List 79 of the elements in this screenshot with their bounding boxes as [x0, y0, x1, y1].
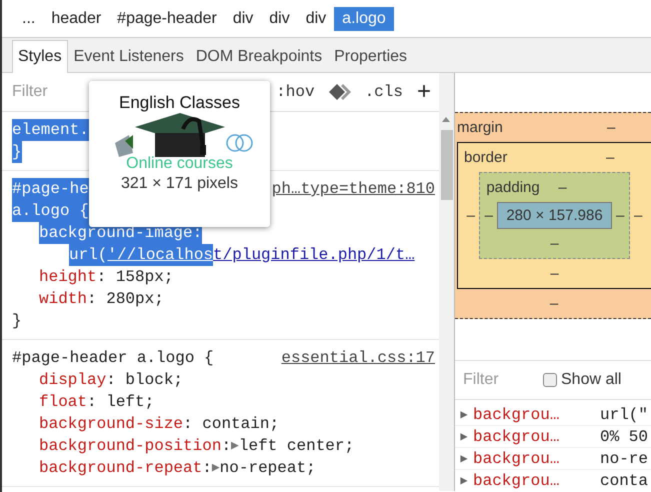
breadcrumb-item[interactable]: div [298, 7, 334, 31]
breadcrumb-item[interactable]: div [224, 7, 262, 31]
property-name: backgrou… [473, 472, 560, 490]
source-link[interactable]: ph…type=theme:810 [272, 178, 435, 200]
url-link[interactable]: '//localhos [107, 244, 214, 266]
show-all-checkbox[interactable]: Show all [543, 371, 622, 389]
property-value: conta [600, 472, 648, 490]
add-rule-button[interactable]: + [416, 82, 431, 102]
border-label: border [463, 149, 508, 166]
css-value: url( [69, 244, 108, 266]
expand-triangle[interactable]: ▶ [455, 407, 473, 422]
checkbox-label: Show all [561, 371, 622, 389]
tab[interactable]: Styles [12, 40, 68, 73]
tab[interactable]: Event Listeners [68, 40, 190, 73]
padding-value: – [549, 234, 560, 254]
border-value: – [633, 207, 644, 224]
padding-label: padding [485, 179, 541, 196]
hover-state-toggle[interactable]: :hov [276, 83, 315, 101]
expand-triangle[interactable]: ▶ [455, 429, 473, 444]
css-value: : [221, 436, 232, 457]
css-property: background-size [39, 414, 184, 435]
css-property: background-repeat [39, 458, 202, 479]
css-value: : left; [87, 392, 154, 413]
property-value: 0% 50 [600, 428, 648, 446]
css-property: display [39, 370, 106, 391]
scrollbar-thumb[interactable] [441, 130, 453, 200]
image-size-label: 321 × 171 pixels [121, 175, 238, 193]
css-property: height [39, 267, 97, 288]
css-property: width [39, 289, 88, 310]
property-value: url(" [600, 406, 648, 424]
class-toggle[interactable]: .cls [364, 83, 403, 101]
css-value: no-repeat; [220, 458, 316, 479]
filter-field[interactable]: Filter [12, 83, 62, 101]
css-selector: } [12, 141, 22, 163]
css-value: left center; [238, 436, 354, 457]
source-link[interactable]: essential.css:17 [281, 347, 435, 369]
property-name: backgrou… [473, 428, 560, 446]
border-value: – [549, 264, 560, 284]
margin-label: margin [456, 119, 504, 136]
expand-triangle[interactable]: ▶ [455, 473, 473, 488]
breadcrumb-item[interactable]: a.logo [334, 7, 394, 31]
css-selector: #page-header a.logo { [12, 348, 214, 369]
css-selector: a.logo { [12, 200, 89, 222]
property-name: backgrou… [473, 450, 560, 468]
css-value: : [202, 458, 212, 479]
breadcrumb-item[interactable]: div [261, 7, 298, 31]
css-property: background-position [39, 436, 222, 457]
css-selector: element. [12, 119, 89, 141]
margin-value: – [607, 119, 616, 136]
css-selector: #page-he [12, 178, 89, 200]
breadcrumb-item[interactable]: header [43, 7, 110, 31]
css-value: : block; [106, 370, 184, 391]
logo-title: English Classes [119, 93, 240, 113]
expand-triangle[interactable]: ▶ [212, 457, 220, 479]
url-link[interactable]: t/pluginfile.php/1/t… [213, 244, 415, 266]
scrollbar[interactable] [439, 73, 454, 491]
content-size: 280 × 157.986 [497, 202, 612, 229]
diamond-arrows-icon[interactable] [328, 84, 351, 100]
css-selector: } [12, 311, 22, 332]
checkbox-icon[interactable] [543, 373, 557, 387]
tab[interactable]: DOM Breakpoints [190, 40, 328, 73]
border-value: – [466, 207, 476, 224]
padding-value: – [558, 179, 567, 196]
css-property: float [39, 392, 88, 413]
breadcrumb-item[interactable]: #page-header [109, 7, 225, 31]
logo-caption: Online courses [126, 155, 233, 173]
border-value: – [606, 149, 614, 166]
css-value: : contain; [183, 414, 280, 435]
breadcrumb-item[interactable]: ... [14, 7, 44, 31]
css-value: : 280px; [87, 289, 164, 310]
tab[interactable]: Properties [328, 40, 414, 73]
expand-triangle[interactable]: ▶ [231, 435, 239, 457]
padding-value: – [484, 207, 494, 224]
expand-triangle[interactable]: ▶ [455, 451, 473, 466]
property-name: backgrou… [473, 406, 560, 424]
property-value: no-re [600, 450, 648, 468]
padding-value: – [615, 207, 626, 224]
css-value: : 158px; [96, 267, 174, 288]
margin-value: – [548, 294, 560, 314]
